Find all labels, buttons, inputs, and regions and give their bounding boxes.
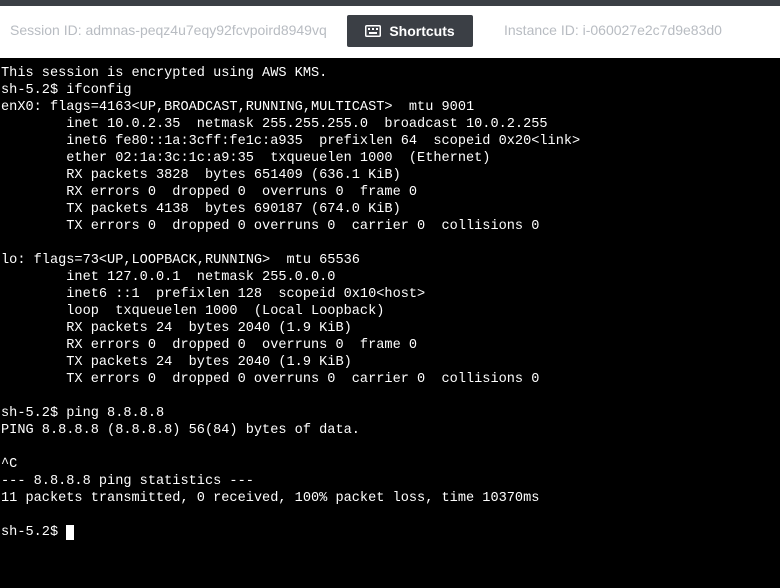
terminal-line: RX packets 3828 bytes 651409 (636.1 KiB)	[1, 168, 401, 183]
keyboard-icon	[365, 25, 382, 37]
terminal-line: loop txqueuelen 1000 (Local Loopback)	[1, 304, 385, 319]
terminal-line: ether 02:1a:3c:1c:a9:35 txqueuelen 1000 …	[1, 151, 491, 166]
terminal-line: PING 8.8.8.8 (8.8.8.8) 56(84) bytes of d…	[1, 423, 360, 438]
terminal-line: inet6 ::1 prefixlen 128 scopeid 0x10<hos…	[1, 287, 426, 302]
shortcuts-button-label: Shortcuts	[389, 23, 455, 39]
terminal-line: TX packets 4138 bytes 690187 (674.0 KiB)	[1, 202, 401, 217]
terminal-line: 11 packets transmitted, 0 received, 100%…	[1, 491, 540, 506]
terminal-line: RX errors 0 dropped 0 overruns 0 frame 0	[1, 185, 418, 200]
terminal-line: TX errors 0 dropped 0 overruns 0 carrier…	[1, 372, 540, 387]
terminal-line: sh-5.2$ ifconfig	[1, 83, 132, 98]
terminal-line: sh-5.2$ ping 8.8.8.8	[1, 406, 165, 421]
terminal-cursor	[66, 525, 75, 540]
shortcuts-button[interactable]: Shortcuts	[347, 15, 473, 47]
terminal-line: This session is encrypted using AWS KMS.	[1, 66, 328, 81]
terminal-line: RX errors 0 dropped 0 overruns 0 frame 0	[1, 338, 418, 353]
session-manager-window: Session ID: admnas-peqz4u7eqy92fcvpoird8…	[0, 0, 780, 588]
terminal-line: inet6 fe80::1a:3cff:fe1c:a935 prefixlen …	[1, 134, 581, 149]
terminal-prompt-line[interactable]: sh-5.2$	[0, 524, 780, 541]
terminal-line: ^C	[1, 457, 18, 472]
terminal-line: inet 10.0.2.35 netmask 255.255.255.0 bro…	[1, 117, 548, 132]
terminal-line: --- 8.8.8.8 ping statistics ---	[1, 474, 254, 489]
terminal-line: inet 127.0.0.1 netmask 255.0.0.0	[1, 270, 336, 285]
terminal-prompt: sh-5.2$	[1, 525, 67, 540]
terminal-line: enX0: flags=4163<UP,BROADCAST,RUNNING,MU…	[1, 100, 475, 115]
terminal-line: TX errors 0 dropped 0 overruns 0 carrier…	[1, 219, 540, 234]
terminal-line: TX packets 24 bytes 2040 (1.9 KiB)	[1, 355, 352, 370]
terminal-line: lo: flags=73<UP,LOOPBACK,RUNNING> mtu 65…	[1, 253, 360, 268]
session-id-label: Session ID: admnas-peqz4u7eqy92fcvpoird8…	[10, 22, 327, 38]
instance-id-label: Instance ID: i-060027e2c7d9e83d0	[504, 22, 722, 38]
terminal-line: RX packets 24 bytes 2040 (1.9 KiB)	[1, 321, 352, 336]
terminal-output[interactable]: This session is encrypted using AWS KMS.…	[0, 58, 780, 588]
session-header: Session ID: admnas-peqz4u7eqy92fcvpoird8…	[0, 6, 780, 58]
